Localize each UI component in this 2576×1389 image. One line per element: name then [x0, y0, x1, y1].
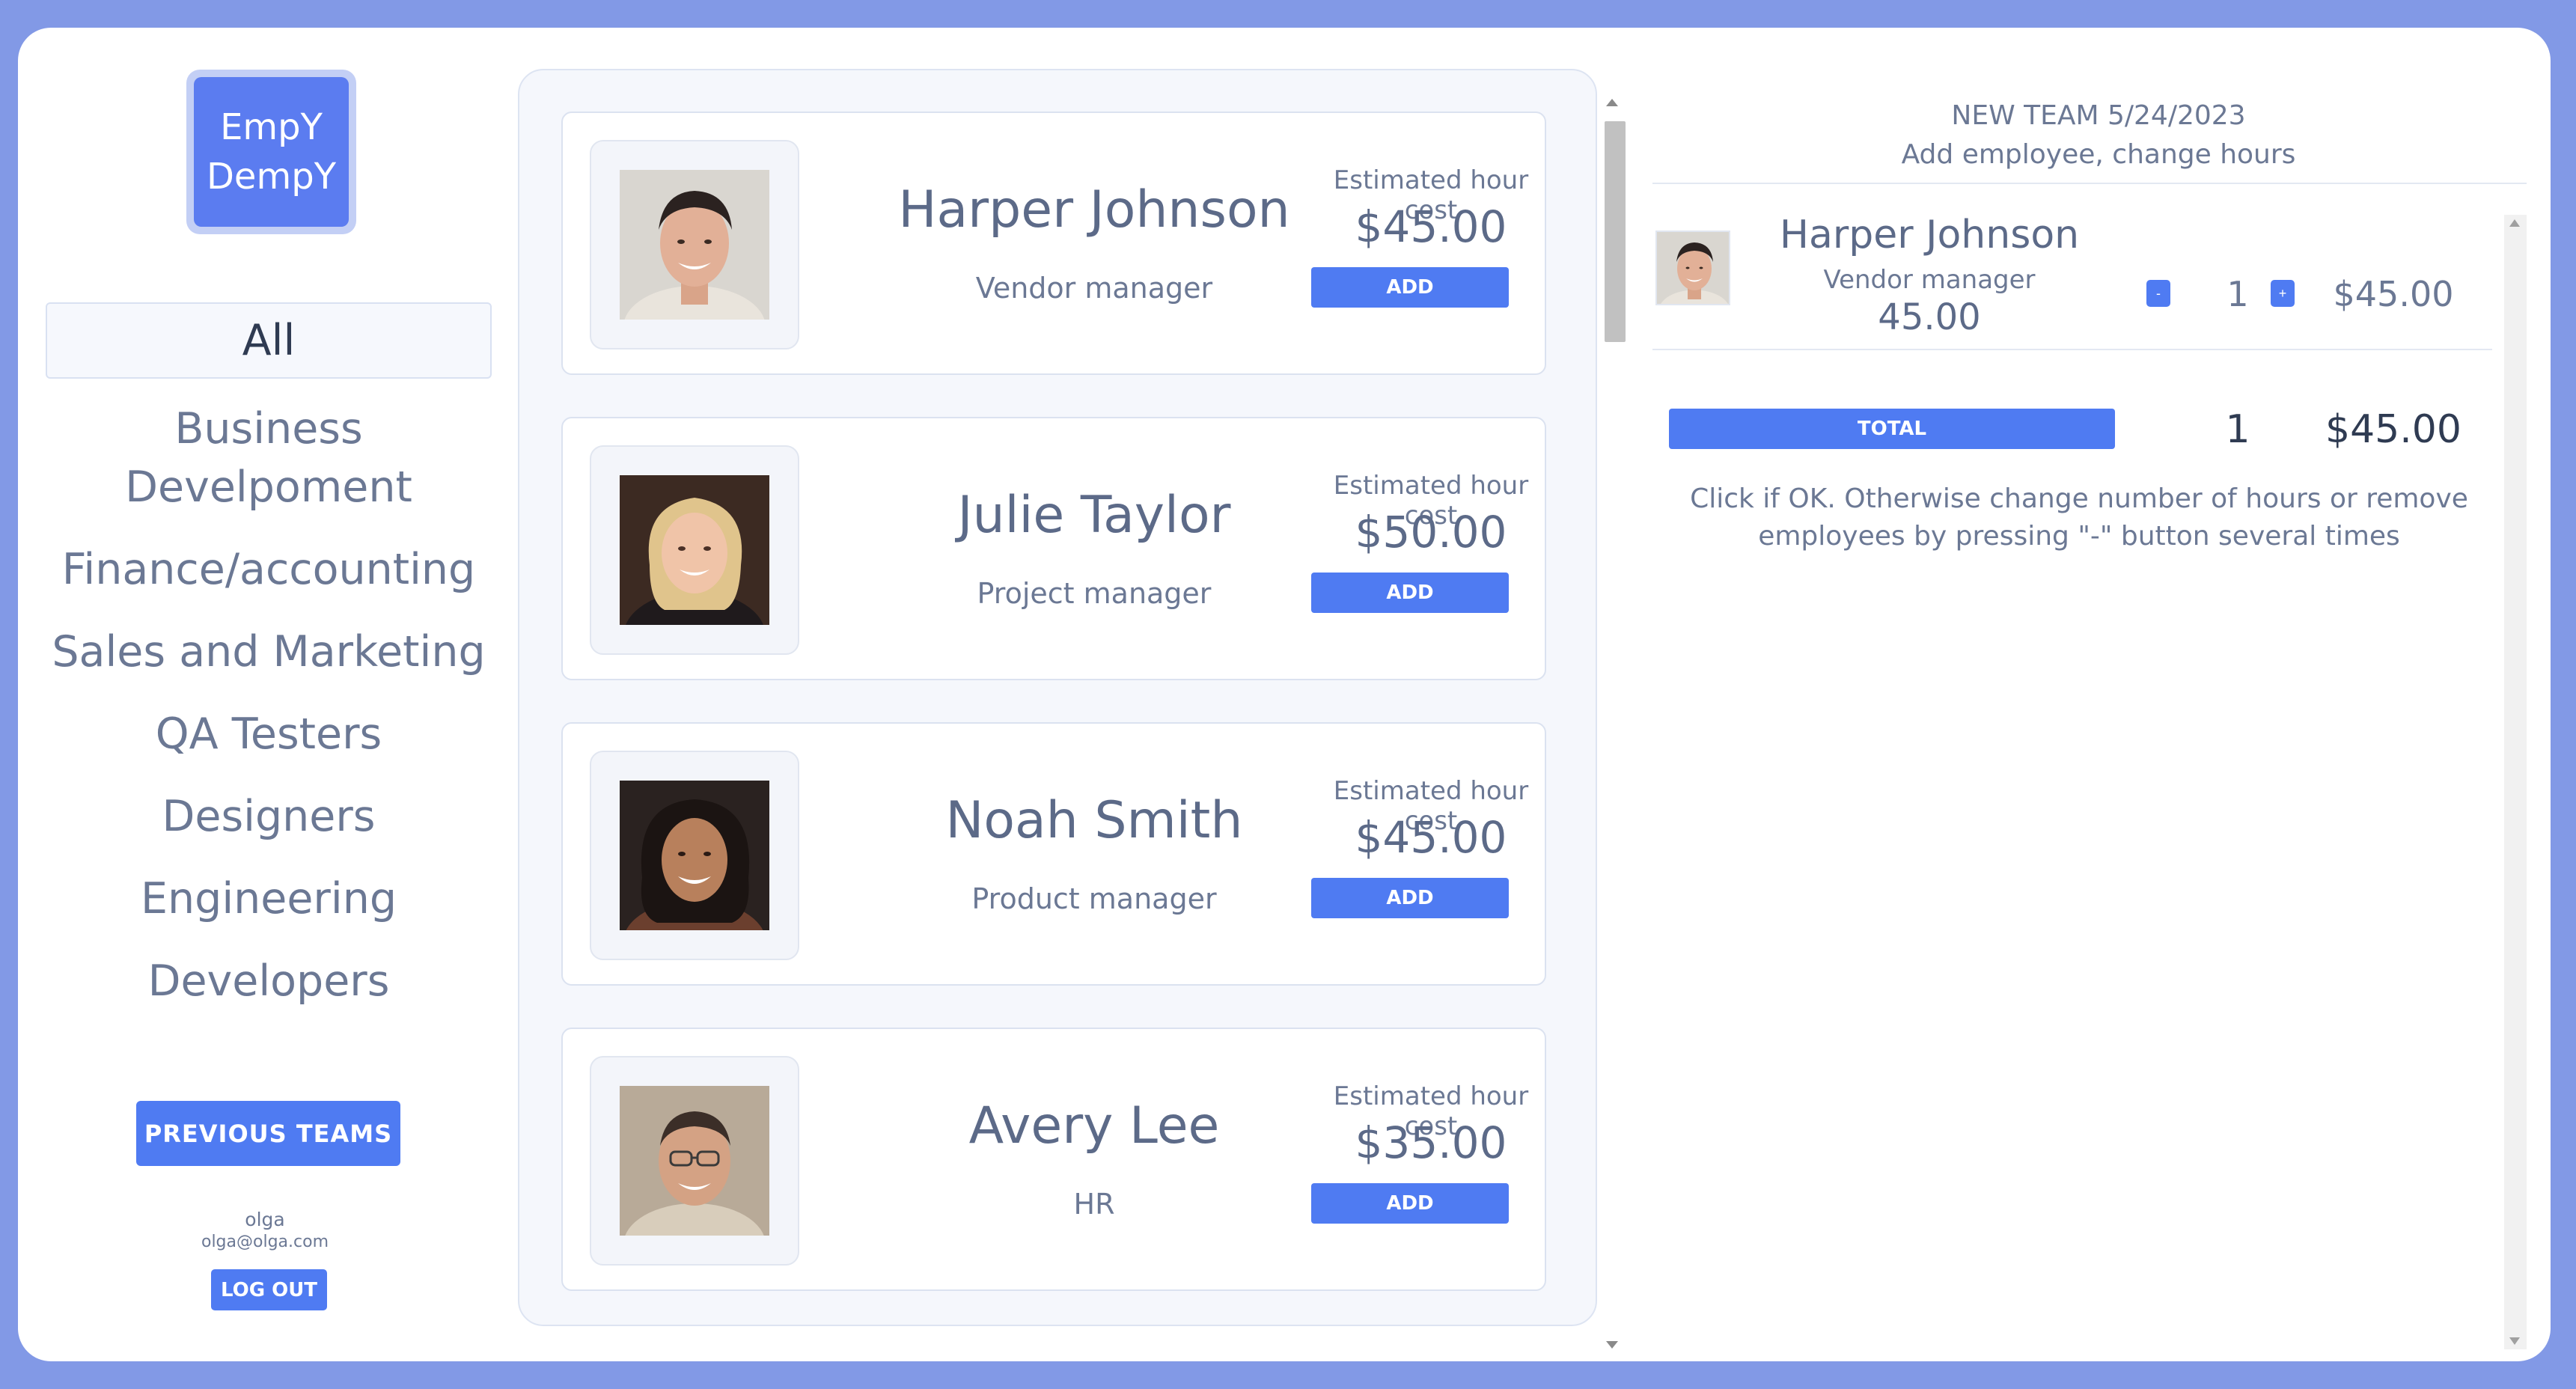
hour-cost: $45.00 [1355, 201, 1507, 252]
logout-button[interactable]: LOG OUT [211, 1269, 327, 1310]
category-nav: All Business Develpoment Finance/account… [46, 302, 492, 1034]
team-member-rate: 45.00 [1878, 296, 1981, 338]
hour-cost: $35.00 [1355, 1117, 1507, 1168]
employee-photo [620, 170, 769, 320]
scroll-thumb[interactable] [1605, 121, 1626, 342]
photo-frame [590, 1056, 799, 1266]
total-button[interactable]: TOTAL [1669, 409, 2115, 449]
team-member-role: Vendor manager [1823, 265, 2036, 295]
hour-cost: $45.00 [1355, 812, 1507, 863]
category-sales-marketing[interactable]: Sales and Marketing [46, 623, 492, 681]
employee-photo [620, 475, 769, 625]
logo-frame: EmpY DempY [186, 70, 356, 234]
employee-role: Product manager [971, 882, 1217, 915]
category-designers[interactable]: Designers [46, 787, 492, 846]
team-member-amount: $45.00 [2333, 274, 2454, 314]
add-employee-button[interactable]: ADD [1311, 267, 1509, 308]
photo-frame [590, 445, 799, 655]
category-developers[interactable]: Developers [46, 952, 492, 1010]
employee-name: Avery Lee [968, 1096, 1220, 1156]
previous-teams-button[interactable]: PREVIOUS TEAMS [136, 1101, 400, 1166]
team-panel: Harper Johnson Vendor manager 45.00 - 1 … [1652, 183, 2527, 1350]
employee-name: Harper Johnson [898, 180, 1290, 239]
team-member-row: Harper Johnson Vendor manager 45.00 - 1 … [1652, 184, 2492, 350]
employee-photo [620, 781, 769, 930]
employee-list-scrollbar[interactable] [1600, 99, 1630, 1349]
team-header: NEW TEAM 5/24/2023 Add employee, change … [1653, 97, 2544, 174]
logo[interactable]: EmpY DempY [194, 77, 349, 227]
category-label-line-2: Develpoment [125, 463, 412, 512]
logo-line-1: EmpY [220, 106, 323, 148]
team-member-photo [1655, 231, 1730, 305]
logo-line-2: DempY [206, 156, 337, 198]
user-name: olga [245, 1209, 285, 1230]
employee-role: Vendor manager [975, 272, 1213, 305]
team-panel-scrollbar[interactable] [2504, 215, 2527, 1349]
employee-card: Harper Johnson Vendor manager Estimated … [561, 112, 1546, 375]
app-window: EmpY DempY All Business Develpoment Fina… [18, 28, 2551, 1361]
sidebar: EmpY DempY All Business Develpoment Fina… [18, 28, 512, 1361]
add-employee-button[interactable]: ADD [1311, 573, 1509, 613]
scroll-down-arrow-icon[interactable] [1606, 1341, 1618, 1349]
hour-cost: $50.00 [1355, 507, 1507, 558]
category-finance-accounting[interactable]: Finance/accounting [46, 540, 492, 599]
user-email: olga@olga.com [201, 1233, 329, 1251]
team-member-hours: 1 [2226, 274, 2249, 314]
category-engineering[interactable]: Engineering [46, 870, 492, 928]
photo-frame [590, 140, 799, 349]
increase-hours-button[interactable]: + [2271, 280, 2295, 307]
scroll-up-arrow-icon[interactable] [2509, 219, 2520, 227]
team-member-name: Harper Johnson [1779, 213, 2080, 257]
scroll-up-arrow-icon[interactable] [1606, 99, 1618, 106]
employee-role: Project manager [977, 577, 1212, 610]
employee-name: Julie Taylor [957, 486, 1231, 545]
employee-card: Avery Lee HR Estimated hour cost $35.00 … [561, 1028, 1546, 1291]
photo-frame [590, 751, 799, 960]
total-hours: 1 [2225, 407, 2250, 452]
employee-card: Noah Smith Product manager Estimated hou… [561, 722, 1546, 986]
employee-name: Noah Smith [945, 791, 1243, 850]
scroll-down-arrow-icon[interactable] [2509, 1337, 2520, 1345]
team-title: NEW TEAM 5/24/2023 [1951, 100, 2246, 131]
category-all[interactable]: All [46, 302, 492, 379]
category-qa-testers[interactable]: QA Testers [46, 705, 492, 763]
employee-card: Julie Taylor Project manager Estimated h… [561, 417, 1546, 680]
decrease-hours-button[interactable]: - [2146, 280, 2170, 307]
add-employee-button[interactable]: ADD [1311, 878, 1509, 918]
instruction-text: Click if OK. Otherwise change number of … [1690, 483, 2468, 552]
team-subtitle: Add employee, change hours [1901, 139, 2296, 170]
employee-photo [620, 1086, 769, 1236]
employee-role: HR [1073, 1188, 1115, 1221]
employee-list: Harper Johnson Vendor manager Estimated … [518, 69, 1597, 1326]
category-label-line-1: Business [174, 404, 363, 454]
category-business-development[interactable]: Business Develpoment [46, 400, 492, 516]
total-amount: $45.00 [2325, 407, 2461, 452]
add-employee-button[interactable]: ADD [1311, 1183, 1509, 1224]
